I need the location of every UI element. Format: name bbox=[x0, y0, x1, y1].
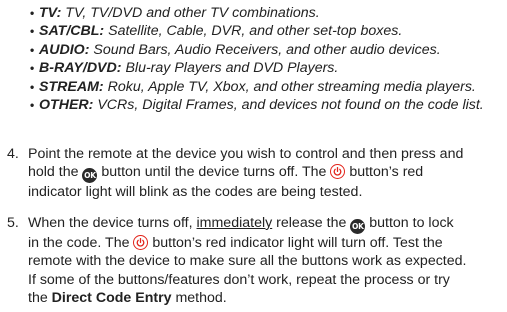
step-text-line: the Direct Code Entry method. bbox=[28, 289, 503, 307]
ok-button-icon: OK bbox=[82, 168, 98, 184]
bullet-symbol: • bbox=[30, 61, 35, 76]
device-type-description: Roku, Apple TV, Xbox, and other streamin… bbox=[107, 78, 476, 95]
device-type-term: STREAM: bbox=[39, 78, 104, 95]
step-text-line: hold the OK button until the device turn… bbox=[28, 163, 503, 184]
step-text: hold the bbox=[28, 164, 83, 181]
ok-button-icon: OK bbox=[350, 218, 366, 234]
device-type-description: Sound Bars, Audio Receivers, and other a… bbox=[93, 41, 441, 58]
step-text-line: remote with the device to make sure all … bbox=[28, 252, 503, 270]
step-text: button until the device turns off. The bbox=[97, 164, 331, 181]
step-text: If some of the buttons/features don’t wo… bbox=[28, 271, 450, 288]
bullet-symbol: • bbox=[30, 97, 35, 112]
power-button-icon bbox=[330, 164, 346, 180]
step-text: the bbox=[28, 290, 52, 307]
step-text: remote with the device to make sure all … bbox=[28, 253, 467, 270]
step-text: indicator light will blink as the codes … bbox=[28, 184, 363, 201]
bullet-symbol: • bbox=[30, 24, 35, 39]
step-4: 4. Point the remote at the device you wi… bbox=[7, 145, 503, 202]
emphasis-text: immediately bbox=[196, 214, 273, 231]
step-text-line: Point the remote at the device you wish … bbox=[28, 145, 503, 163]
step-text: method. bbox=[171, 290, 227, 307]
step-text-line: If some of the buttons/features don’t wo… bbox=[28, 271, 503, 289]
step-text-line: in the code. The button’s red indicator … bbox=[28, 234, 503, 252]
device-type-list: • TV: TV, TV/DVD and other TV combination… bbox=[30, 4, 500, 114]
step-text: button to lock bbox=[365, 214, 454, 231]
manual-page: • TV: TV, TV/DVD and other TV combination… bbox=[0, 0, 507, 312]
device-type-term: TV: bbox=[39, 5, 62, 21]
bullet-symbol: • bbox=[30, 6, 35, 20]
bullet-symbol: • bbox=[30, 42, 35, 57]
device-type-term: AUDIO: bbox=[39, 41, 90, 58]
device-type-term: OTHER: bbox=[39, 96, 94, 113]
list-item: • STREAM: Roku, Apple TV, Xbox, and other… bbox=[30, 78, 500, 96]
device-type-description: Satellite, Cable, DVR, and other set-top… bbox=[108, 23, 403, 40]
step-number: 5. bbox=[7, 214, 19, 231]
step-text-line: indicator light will blink as the codes … bbox=[28, 183, 503, 201]
list-item: • AUDIO: Sound Bars, Audio Receivers, and… bbox=[30, 41, 500, 59]
device-type-description: TV, TV/DVD and other TV combinations. bbox=[65, 5, 320, 21]
list-item: • TV: TV, TV/DVD and other TV combination… bbox=[30, 4, 500, 22]
bullet-symbol: • bbox=[30, 79, 35, 94]
step-text: button’s red bbox=[345, 164, 424, 181]
step-number: 4. bbox=[7, 146, 19, 162]
method-name: Direct Code Entry bbox=[51, 290, 172, 307]
power-button-icon bbox=[133, 234, 149, 250]
list-item: • OTHER: VCRs, Digital Frames, and device… bbox=[30, 96, 500, 114]
device-type-description: Blu-ray Players and DVD Players. bbox=[125, 60, 339, 77]
device-type-term: B-RAY/DVD: bbox=[39, 60, 122, 77]
step-5: 5. When the device turns off, immediatel… bbox=[7, 214, 503, 308]
instruction-steps: 4. Point the remote at the device you wi… bbox=[7, 145, 503, 307]
device-type-description: VCRs, Digital Frames, and devices not fo… bbox=[97, 96, 484, 113]
step-text-line: When the device turns off, immediately r… bbox=[28, 214, 503, 234]
step-text: When the device turns off, bbox=[28, 214, 197, 231]
device-type-term: SAT/CBL: bbox=[39, 23, 105, 40]
step-text: release the bbox=[272, 214, 351, 231]
list-item: • B-RAY/DVD: Blu-ray Players and DVD Play… bbox=[30, 59, 500, 77]
step-text: button’s red indicator light will turn o… bbox=[148, 234, 443, 251]
list-item: • SAT/CBL: Satellite, Cable, DVR, and oth… bbox=[30, 22, 500, 40]
step-text: in the code. The bbox=[28, 234, 134, 251]
step-text: Point the remote at the device you wish … bbox=[28, 146, 464, 162]
